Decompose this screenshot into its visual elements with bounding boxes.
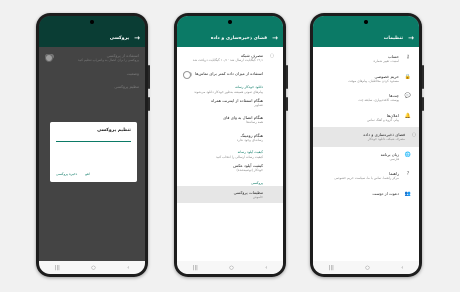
home-icon[interactable]: ○ [365, 265, 369, 271]
lock-icon: 🔒 [404, 73, 412, 80]
system-nav-bar: ||| ○ ‹ [177, 261, 283, 274]
settings-item-subtitle: مرکز راهنما، تماس با ما، سیاست حریم خصوص… [334, 176, 399, 180]
row-subtitle: خودکار (توصیه‌شده) [236, 168, 264, 172]
stage: → پروکسی استفاده از پروکسی پروکسی را برا… [0, 0, 460, 292]
storage-icon: ◌ [411, 132, 417, 138]
section-header: دانلود خودکار رسانه [235, 84, 263, 89]
row-subtitle: خاموش [252, 194, 263, 199]
settings-item-subtitle: پیام، گروه و آهنگ تماس [367, 117, 399, 122]
home-icon[interactable]: ○ [229, 265, 233, 271]
front-camera [364, 20, 368, 24]
settings-item-subtitle: امنیت، تغییر شماره [373, 59, 399, 63]
proxy-dialog: تنظیم پروکسی ذخیره پروکسی لغو [50, 122, 137, 182]
section-header: کیفیت آپلود رسانه [237, 150, 263, 154]
phone-settings: → تنظیمات ⚷ حساب امنیت، تغییر شماره 🔒 حریم خ… [310, 13, 424, 277]
settings-item[interactable]: 💬 چت‌ها پوسته، کاغذدیواری، سابقه چت [319, 88, 413, 108]
system-nav-bar: ||| ○ ‹ [313, 261, 419, 274]
page-title: پروکسی [109, 35, 130, 41]
back-arrow-icon[interactable]: → [272, 34, 278, 42]
network-usage-row[interactable]: ◌ مصرف شبکه ۱۲٫۱ گیگابایت ارسال شد · ۱۰٫… [183, 49, 277, 67]
screen: → تنظیمات ⚷ حساب امنیت، تغییر شماره 🔒 حریم خ… [313, 16, 419, 274]
save-proxy-button[interactable]: ذخیره پروکسی [56, 172, 77, 176]
settings-item[interactable]: 👥 دعوت از دوست [319, 186, 413, 202]
settings-item-subtitle: فارسی [389, 156, 399, 161]
settings-item-subtitle: مسدود کردن مخاطبان، پیام‌های موقت [348, 78, 399, 83]
front-camera [228, 20, 232, 24]
app-bar: → پروکسی [39, 29, 145, 47]
settings-item-subtitle: مصرف شبکه، دانلود خودکار [367, 137, 405, 141]
front-camera [90, 20, 94, 24]
mobile-data-row[interactable]: هنگام استفاده از اینترنت همراه تصاویر [183, 94, 277, 112]
people-icon: 👥 [404, 190, 412, 197]
globe-icon: 🌐 [404, 151, 412, 158]
less-data-toggle[interactable] [183, 71, 192, 79]
bell-icon: 🔔 [404, 112, 412, 119]
phone-storage-data: → فضای ذخیره‌سازی و داده ◌ مصرف شبکه ۱۲٫… [174, 13, 288, 277]
app-bar: → فضای ذخیره‌سازی و داده [177, 29, 283, 47]
recents-icon[interactable]: ||| [55, 265, 60, 271]
dialog-title: تنظیم پروکسی [97, 128, 131, 133]
settings-item-subtitle: پوسته، کاغذدیواری، سابقه چت [358, 98, 399, 102]
chat-icon: 💬 [404, 93, 412, 99]
settings-item[interactable]: 🌐 زبان برنامه فارسی [319, 147, 413, 167]
row-subtitle: تصاویر [254, 102, 263, 107]
back-icon[interactable]: ‹ [401, 265, 403, 271]
row-subtitle: ۱۲٫۱ گیگابایت ارسال شد · ۱۰٫۷ گیگابایت د… [192, 58, 263, 62]
recents-icon[interactable]: ||| [329, 265, 334, 271]
settings-item[interactable]: ◌ فضای ذخیره‌سازی و داده مصرف شبکه، دانلود… [313, 127, 419, 147]
system-nav-bar: ||| ○ ‹ [39, 261, 145, 274]
settings-item[interactable]: 🔔 اعلان‌ها پیام، گروه و آهنگ تماس [319, 108, 413, 128]
photo-quality-row[interactable]: کیفیت آپلود عکس خودکار (توصیه‌شده) [183, 159, 277, 177]
settings-item[interactable]: ? راهنما مرکز راهنما، تماس با ما، سیاست حر… [319, 166, 413, 186]
settings-list: ⚷ حساب امنیت، تغییر شماره 🔒 حریم خصوصی مسدود … [313, 47, 419, 204]
less-data-row[interactable]: استفاده از میزان داده کمتر برای تماس‌ها [183, 67, 277, 81]
row-subtitle: همه رسانه‌ها [246, 120, 263, 124]
cancel-button[interactable]: لغو [85, 172, 89, 176]
section-header: پروکسی [251, 180, 263, 185]
data-usage-icon: ◌ [269, 53, 275, 59]
screen: → فضای ذخیره‌سازی و داده ◌ مصرف شبکه ۱۲٫… [177, 16, 283, 274]
home-icon[interactable]: ○ [91, 265, 95, 271]
roaming-row[interactable]: هنگام رومینگ رسانه‌ای وجود ندارد [183, 129, 277, 147]
wifi-row[interactable]: هنگام اتصال به وای فای همه رسانه‌ها [183, 111, 277, 129]
page-title: فضای ذخیره‌سازی و داده [210, 35, 268, 41]
section-note: پیام‌های صوتی همیشه به‌طور خودکار دانلود… [194, 89, 263, 94]
page-title: تنظیمات [383, 35, 404, 41]
key-icon: ⚷ [406, 54, 410, 60]
proxy-host-input[interactable] [56, 141, 131, 142]
back-icon[interactable]: ‹ [265, 265, 267, 271]
proxy-settings-row[interactable]: تنظیمات پروکسی خاموش [177, 185, 283, 203]
settings-item[interactable]: 🔒 حریم خصوصی مسدود کردن مخاطبان، پیام‌های … [319, 69, 413, 89]
row-title: استفاده از میزان داده کمتر برای تماس‌ها [195, 70, 263, 76]
screen: → پروکسی استفاده از پروکسی پروکسی را برا… [39, 16, 145, 274]
settings-item-title: دعوت از دوست [372, 190, 399, 196]
recents-icon[interactable]: ||| [193, 265, 198, 271]
help-icon: ? [406, 171, 410, 177]
back-arrow-icon[interactable]: → [408, 34, 414, 42]
row-subtitle: رسانه‌ای وجود ندارد [236, 137, 263, 142]
app-bar: → تنظیمات [313, 29, 419, 47]
settings-item[interactable]: ⚷ حساب امنیت، تغییر شماره [319, 49, 413, 69]
back-icon[interactable]: ‹ [127, 265, 129, 271]
back-arrow-icon[interactable]: → [134, 34, 140, 42]
phone-proxy-dialog: → پروکسی استفاده از پروکسی پروکسی را برا… [36, 13, 150, 277]
